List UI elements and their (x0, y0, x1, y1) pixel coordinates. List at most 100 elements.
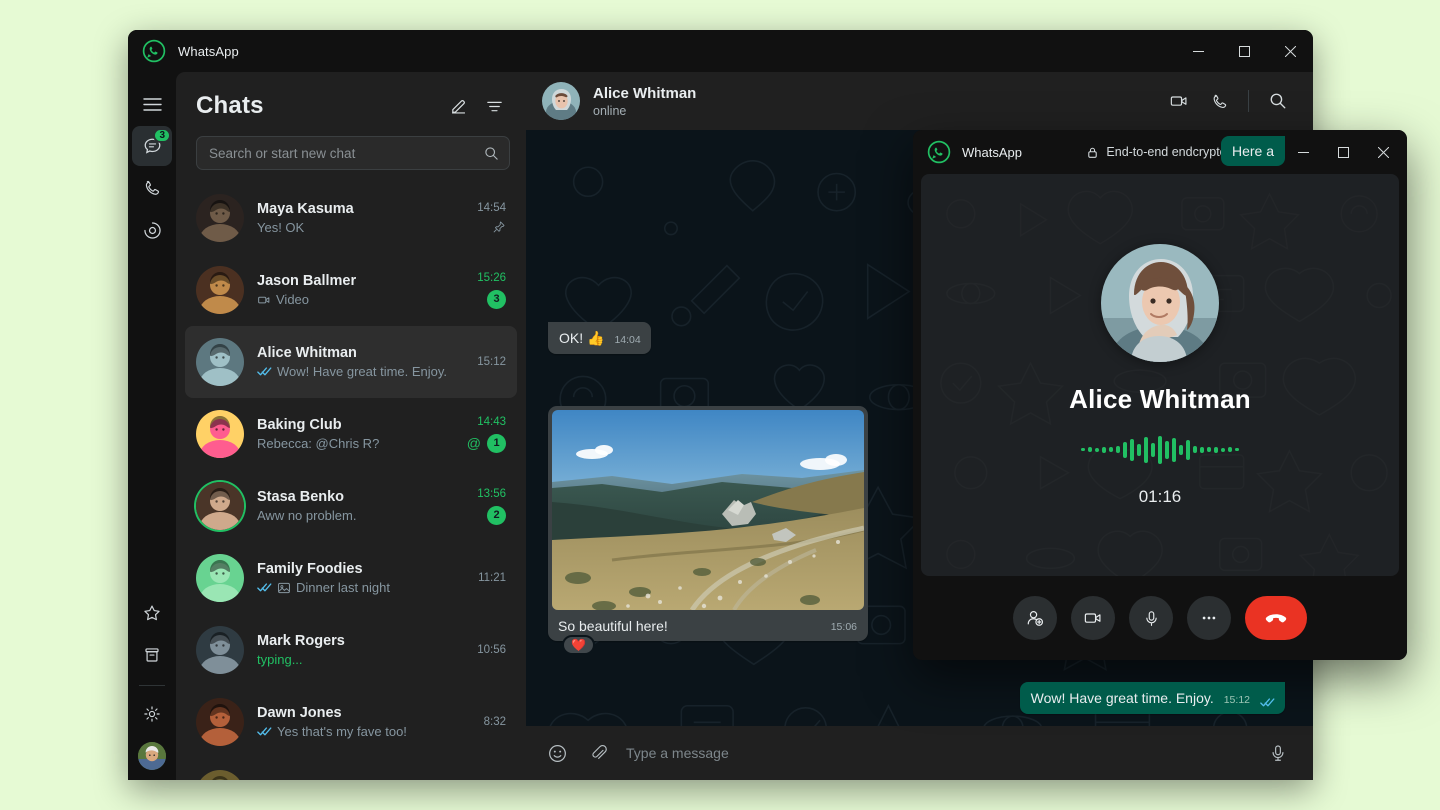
emoji-button[interactable] (542, 738, 572, 768)
sidebar-item-settings[interactable] (132, 694, 172, 734)
conversation-avatar[interactable] (542, 82, 580, 120)
video-icon (257, 293, 271, 307)
hamburger-menu-button[interactable] (132, 84, 172, 124)
waveform-bar (1151, 443, 1155, 457)
filter-chats-button[interactable] (478, 90, 510, 122)
chat-preview-text: Dinner last night (296, 580, 390, 595)
contact-avatar-image (196, 266, 244, 314)
photo-attachment[interactable] (552, 410, 864, 610)
avatar[interactable] (196, 410, 244, 458)
call-window-app-title: WhatsApp (962, 145, 1022, 160)
maximize-button[interactable] (1221, 30, 1267, 72)
new-chat-button[interactable] (442, 90, 474, 122)
voice-message-button[interactable] (1263, 738, 1293, 768)
nav-rail: 3 (128, 72, 176, 780)
chat-list-item[interactable]: Family Foodies Dinner last night 11:21 (185, 542, 517, 614)
chat-contact-name: Stasa Benko (257, 489, 469, 505)
call-minimize-button[interactable] (1283, 130, 1323, 174)
close-button[interactable] (1267, 30, 1313, 72)
conversation-identity: Alice Whitman online (593, 85, 1162, 118)
photo-time: 15:06 (831, 621, 857, 634)
chat-item-content: Stasa Benko Aww no problem. (257, 489, 469, 523)
profile-avatar[interactable] (138, 742, 166, 770)
message-reaction[interactable]: ❤️ (562, 635, 595, 655)
search-chat-button[interactable] (1261, 84, 1295, 118)
chat-preview-text: Yes that's my fave too! (277, 724, 407, 739)
message-input[interactable]: Type a message (626, 745, 1251, 761)
chat-timestamp: 15:26 (477, 272, 506, 284)
photo-message-bubble[interactable]: So beautiful here! 15:06 ❤️ (548, 406, 868, 641)
chat-list[interactable]: Maya Kasuma Yes! OK 14:54 Jason Ballmer … (176, 180, 526, 780)
chat-preview-text: Video (276, 292, 309, 307)
avatar[interactable] (196, 482, 244, 530)
waveform-bar (1109, 447, 1113, 452)
contact-avatar-image (196, 194, 244, 242)
avatar[interactable] (196, 266, 244, 314)
message-bubble-outgoing[interactable]: Wow! Have great time. Enjoy. 15:12 (1020, 682, 1285, 714)
minimize-button[interactable] (1175, 30, 1221, 72)
page-title: Chats (196, 92, 438, 120)
chat-preview-text: typing... (257, 652, 303, 667)
call-contact-avatar (1101, 244, 1219, 362)
waveform-bar (1193, 446, 1197, 453)
chat-timestamp: 13:56 (477, 488, 506, 500)
search-input[interactable]: Search or start new chat (196, 136, 510, 170)
message-bubble[interactable]: OK! 👍 14:04 (548, 322, 651, 354)
chat-list-item[interactable]: Alice Whitman Wow! Have great time. Enjo… (185, 326, 517, 398)
chat-item-meta: 13:56 2 (477, 488, 506, 525)
message-time: 14:04 (614, 333, 640, 348)
sidebar-item-calls[interactable] (132, 168, 172, 208)
chat-list-item[interactable]: Mark Rogers typing... 10:56 (185, 614, 517, 686)
chat-contact-name: Maya Kasuma (257, 201, 469, 217)
main-window-title: WhatsApp (178, 44, 239, 59)
phone-icon (142, 178, 162, 198)
avatar[interactable] (196, 770, 244, 780)
voice-call-button[interactable] (1202, 84, 1236, 118)
call-titlebar: WhatsApp End-to-end endcrypted (913, 130, 1407, 174)
waveform-bar (1214, 447, 1218, 453)
chat-item-content: Mark Rogers typing... (257, 633, 469, 667)
status-circle-icon (142, 220, 163, 241)
chat-item-meta: 15:12 (477, 356, 506, 368)
contact-avatar-image (196, 554, 244, 602)
sidebar-item-archived[interactable] (132, 635, 172, 675)
waveform-bar (1095, 448, 1099, 452)
attach-button[interactable] (584, 738, 614, 768)
avatar[interactable] (196, 194, 244, 242)
chat-preview: typing... (257, 652, 469, 667)
contact-avatar-image (196, 770, 244, 780)
avatar[interactable] (196, 698, 244, 746)
archive-box-icon (142, 645, 162, 665)
chat-timestamp: 14:43 (477, 416, 506, 428)
chat-list-item[interactable]: Ziggy Woodley 8:12 (185, 758, 517, 780)
chat-item-meta: 11:21 (478, 572, 506, 584)
message-composer: Type a message (526, 726, 1313, 780)
filter-icon (485, 97, 504, 116)
video-camera-icon (1169, 91, 1189, 111)
video-call-button[interactable] (1162, 84, 1196, 118)
chat-list-item[interactable]: Dawn Jones Yes that's my fave too! 8:32 (185, 686, 517, 758)
call-close-button[interactable] (1363, 130, 1403, 174)
sidebar-item-status[interactable] (132, 210, 172, 250)
search-icon[interactable] (484, 146, 499, 161)
chat-contact-name: Family Foodies (257, 561, 470, 577)
chat-list-item[interactable]: Maya Kasuma Yes! OK 14:54 (185, 182, 517, 254)
chat-list-item[interactable]: Baking Club Rebecca: @Chris R? 14:43 @1 (185, 398, 517, 470)
alice-call-avatar-image (1101, 244, 1219, 362)
chat-list-item[interactable]: Jason Ballmer Video 15:26 3 (185, 254, 517, 326)
profile-avatar-image (138, 742, 166, 770)
chat-item-content: Family Foodies Dinner last night (257, 561, 470, 595)
chat-preview: Wow! Have great time. Enjoy. (257, 364, 469, 379)
message-bubble-partial[interactable]: Here a (1221, 136, 1285, 166)
sidebar-item-starred[interactable] (132, 593, 172, 633)
chat-list-item[interactable]: Stasa Benko Aww no problem. 13:56 2 (185, 470, 517, 542)
chat-contact-name: Dawn Jones (257, 705, 476, 721)
avatar[interactable] (196, 554, 244, 602)
sidebar-item-chats[interactable]: 3 (132, 126, 172, 166)
avatar[interactable] (196, 626, 244, 674)
pin-icon (492, 220, 506, 234)
chat-preview: Rebecca: @Chris R? (257, 436, 459, 451)
avatar[interactable] (196, 338, 244, 386)
call-maximize-button[interactable] (1323, 130, 1363, 174)
chat-item-content: Baking Club Rebecca: @Chris R? (257, 417, 459, 451)
